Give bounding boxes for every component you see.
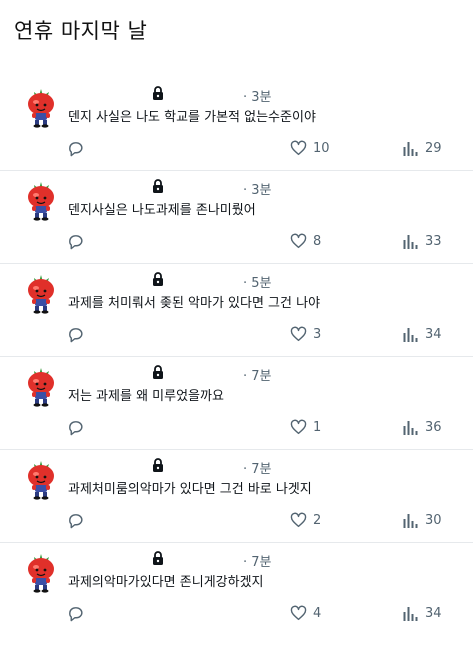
like-count: 8: [313, 233, 322, 249]
reply-button[interactable]: [67, 139, 84, 157]
avatar[interactable]: [22, 551, 60, 593]
heart-icon: [290, 326, 307, 342]
reply-button[interactable]: [67, 232, 84, 250]
timestamp[interactable]: · 3분: [243, 179, 272, 198]
lock-icon: [152, 458, 164, 472]
lock-icon: [152, 551, 164, 565]
view-count: 36: [425, 419, 442, 435]
views-icon: [403, 605, 419, 621]
heart-icon: [290, 605, 307, 621]
timestamp[interactable]: · 7분: [243, 458, 272, 477]
reply-icon: [67, 605, 84, 622]
views-button[interactable]: 30: [403, 511, 442, 529]
view-count: 30: [425, 512, 442, 528]
lock-icon: [152, 365, 164, 379]
reply-icon: [67, 512, 84, 529]
tweet-text: 과제의악마가있다면 존니게강하겠지: [68, 575, 264, 590]
avatar[interactable]: [22, 272, 60, 314]
views-button[interactable]: 29: [403, 139, 442, 157]
reply-icon: [67, 233, 84, 250]
tweet-item[interactable]: · 5분 과제를 처미뤄서 좆된 악마가 있다면 그건 나야 3 34: [0, 264, 473, 357]
tweet-text: 덴지 사실은 나도 학교를 가본적 없는수준이야: [68, 110, 316, 125]
heart-icon: [290, 140, 307, 156]
like-button[interactable]: 8: [290, 232, 321, 250]
lock-icon: [152, 179, 164, 193]
like-button[interactable]: 1: [290, 418, 321, 436]
like-button[interactable]: 4: [290, 604, 321, 622]
like-count: 10: [313, 140, 330, 156]
view-count: 29: [425, 140, 442, 156]
views-button[interactable]: 36: [403, 418, 442, 436]
reply-icon: [67, 140, 84, 157]
like-button[interactable]: 10: [290, 139, 330, 157]
tweet-text: 과제를 처미뤄서 좆된 악마가 있다면 그건 나야: [68, 296, 321, 311]
lock-icon: [152, 272, 164, 286]
lock-icon: [152, 86, 164, 100]
views-icon: [403, 233, 419, 249]
views-icon: [403, 419, 419, 435]
timestamp[interactable]: · 7분: [243, 551, 272, 570]
avatar[interactable]: [22, 86, 60, 128]
tweet-item[interactable]: · 3분 덴지사실은 나도과제를 존나미뤘어 8 33: [0, 171, 473, 264]
tweet-item[interactable]: · 7분 과제처미룸의악마가 있다면 그건 바로 나겟지 2 30: [0, 450, 473, 543]
like-count: 3: [313, 326, 322, 342]
tweet-text: 과제처미룸의악마가 있다면 그건 바로 나겟지: [68, 482, 312, 497]
views-button[interactable]: 34: [403, 325, 442, 343]
views-icon: [403, 140, 419, 156]
reply-button[interactable]: [67, 418, 84, 436]
heart-icon: [290, 233, 307, 249]
timestamp[interactable]: · 5분: [243, 272, 272, 291]
like-button[interactable]: 3: [290, 325, 321, 343]
timestamp[interactable]: · 3분: [243, 86, 272, 105]
reply-icon: [67, 419, 84, 436]
tweet-text: 덴지사실은 나도과제를 존나미뤘어: [68, 203, 256, 218]
timestamp[interactable]: · 7분: [243, 365, 272, 384]
avatar[interactable]: [22, 365, 60, 407]
like-count: 1: [313, 419, 322, 435]
views-icon: [403, 326, 419, 342]
heart-icon: [290, 419, 307, 435]
heart-icon: [290, 512, 307, 528]
tweet-text: 저는 과제를 왜 미루었을까요: [68, 389, 224, 404]
reply-button[interactable]: [67, 604, 84, 622]
tweet-item[interactable]: · 7분 과제의악마가있다면 존니게강하겠지 4 34: [0, 543, 473, 635]
view-count: 33: [425, 233, 442, 249]
like-count: 2: [313, 512, 322, 528]
tweet-item[interactable]: · 7분 저는 과제를 왜 미루었을까요 1 36: [0, 357, 473, 450]
reply-button[interactable]: [67, 511, 84, 529]
avatar[interactable]: [22, 179, 60, 221]
like-count: 4: [313, 605, 322, 621]
views-icon: [403, 512, 419, 528]
views-button[interactable]: 33: [403, 232, 442, 250]
reply-icon: [67, 326, 84, 343]
like-button[interactable]: 2: [290, 511, 321, 529]
reply-button[interactable]: [67, 325, 84, 343]
page-title: 연휴 마지막 날: [14, 19, 148, 43]
view-count: 34: [425, 605, 442, 621]
tweet-item[interactable]: · 3분 덴지 사실은 나도 학교를 가본적 없는수준이야 10 29: [0, 78, 473, 171]
view-count: 34: [425, 326, 442, 342]
avatar[interactable]: [22, 458, 60, 500]
views-button[interactable]: 34: [403, 604, 442, 622]
